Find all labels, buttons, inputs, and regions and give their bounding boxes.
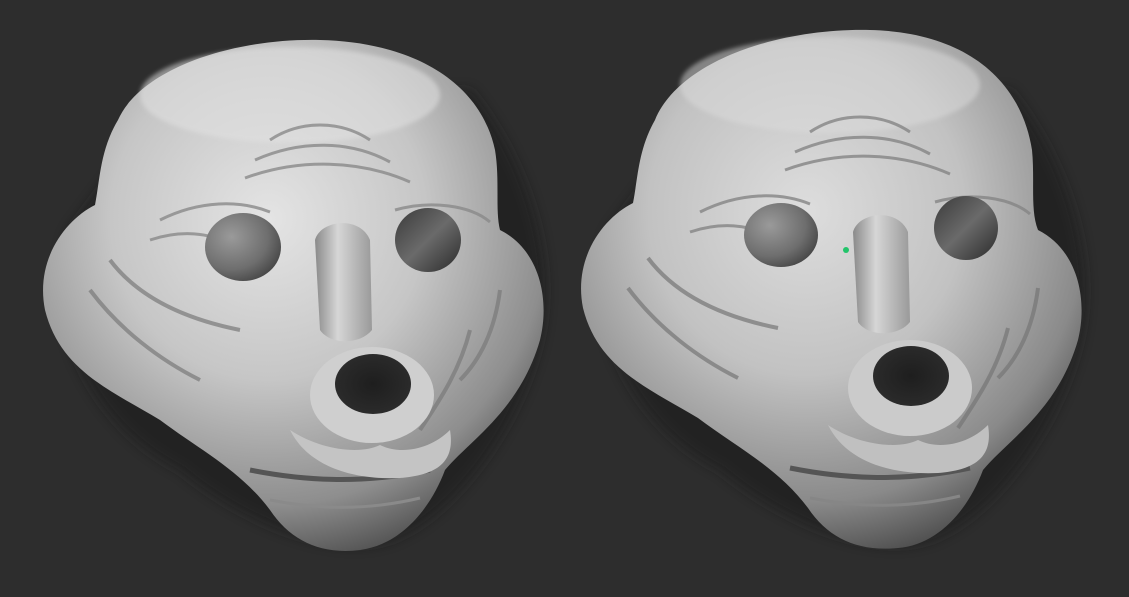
mask-model-right[interactable]: [581, 29, 1086, 549]
render-viewport[interactable]: [0, 0, 1129, 597]
scene-canvas: [43, 29, 1086, 551]
nostril-hole: [873, 346, 949, 406]
nose-bridge: [853, 215, 910, 334]
eye-hole-right: [934, 196, 998, 260]
eye-hole-left: [205, 213, 281, 281]
vertex-marker[interactable]: [843, 247, 849, 253]
eye-hole-right: [395, 208, 461, 272]
eye-hole-left: [744, 203, 818, 267]
nose-bridge: [315, 223, 372, 342]
nostril-hole: [335, 354, 411, 414]
mask-model-left[interactable]: [43, 39, 546, 551]
forehead-highlight: [680, 37, 980, 133]
